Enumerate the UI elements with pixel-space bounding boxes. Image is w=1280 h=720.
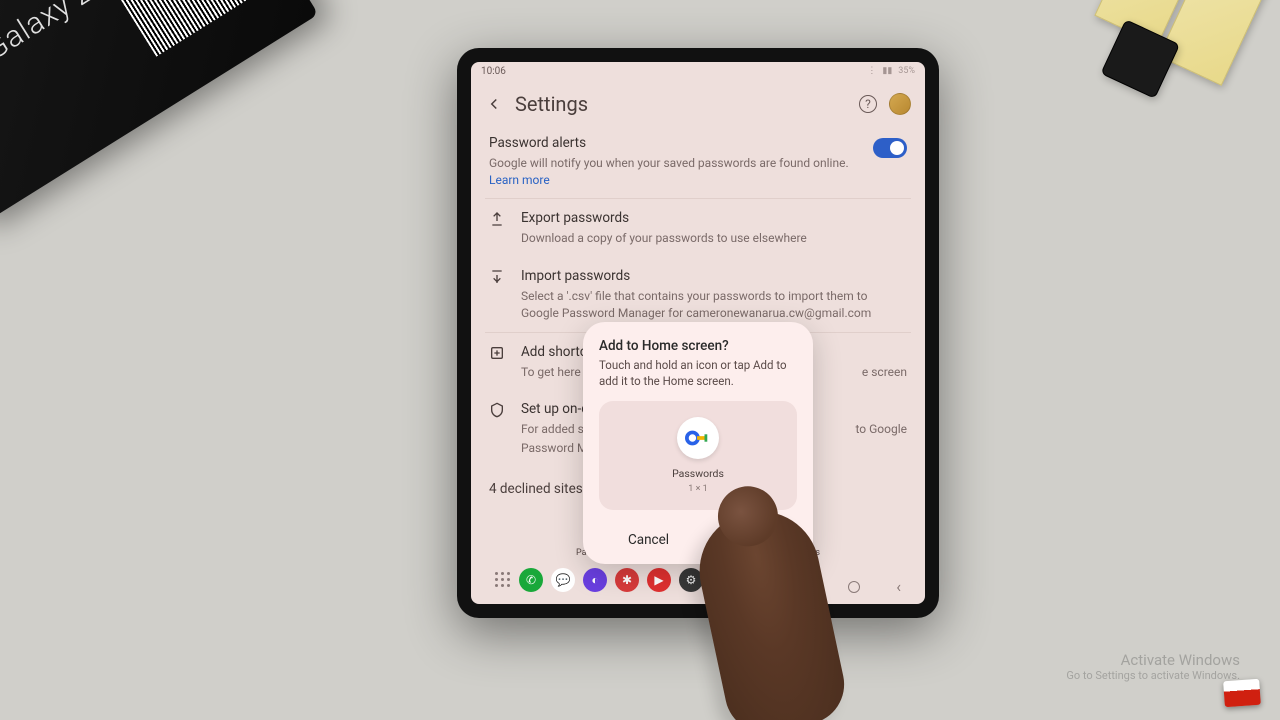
- password-alerts-row[interactable]: Password alerts Google will notify you w…: [485, 124, 911, 198]
- export-sub: Download a copy of your passwords to use…: [521, 230, 907, 247]
- corner-badge: [1223, 679, 1261, 707]
- phone-screen: 10:06 ⋮ ▮▮ 35% Settings ?: [471, 62, 925, 604]
- import-icon: [489, 269, 507, 289]
- galaxy-fold-box-prop: [0, 0, 318, 226]
- home-button[interactable]: [848, 581, 860, 593]
- battery-text: 35%: [898, 66, 915, 76]
- import-sub: Select a '.csv' file that contains your …: [521, 288, 907, 322]
- export-title: Export passwords: [521, 209, 907, 228]
- desk-surface: 10:06 ⋮ ▮▮ 35% Settings ?: [0, 0, 1280, 720]
- alerts-body: Google will notify you when your saved p…: [489, 155, 859, 189]
- settings-header: Settings ?: [471, 80, 925, 124]
- page-title: Settings: [515, 92, 847, 116]
- wifi-icon: ⋮: [867, 66, 876, 76]
- alerts-toggle[interactable]: [873, 138, 907, 158]
- shield-icon: [489, 402, 507, 422]
- modal-body: Touch and hold an icon or tap Add to add…: [599, 358, 797, 389]
- learn-more-link[interactable]: Learn more: [489, 173, 550, 187]
- password-manager-icon: [677, 417, 719, 459]
- alerts-title: Password alerts: [489, 134, 859, 153]
- app-phone[interactable]: ✆: [519, 568, 543, 592]
- modal-title: Add to Home screen?: [599, 338, 797, 354]
- back-arrow-icon[interactable]: [485, 95, 503, 113]
- import-title: Import passwords: [521, 267, 907, 286]
- help-icon[interactable]: ?: [859, 95, 877, 113]
- shortcut-icon: [489, 345, 507, 365]
- back-button[interactable]: ‹: [896, 577, 901, 596]
- app-youtube[interactable]: ▶: [647, 568, 671, 592]
- status-bar: 10:06 ⋮ ▮▮ 35%: [471, 62, 925, 80]
- app-messages[interactable]: 💬: [551, 568, 575, 592]
- app-drawer-icon[interactable]: [495, 572, 511, 588]
- import-passwords-row[interactable]: Import passwords Select a '.csv' file th…: [485, 257, 911, 331]
- status-time: 10:06: [481, 66, 506, 77]
- status-right: ⋮ ▮▮ 35%: [867, 66, 915, 76]
- app-samsung-internet[interactable]: ◐: [583, 568, 607, 592]
- phone-device: 10:06 ⋮ ▮▮ 35% Settings ?: [457, 48, 939, 618]
- modal-icon-size: 1 × 1: [688, 484, 707, 494]
- app-settings-alt[interactable]: ✱: [615, 568, 639, 592]
- export-passwords-row[interactable]: Export passwords Download a copy of your…: [485, 198, 911, 257]
- activate-windows-hint: Activate Windows Go to Settings to activ…: [1066, 651, 1240, 682]
- modal-icon-label: Passwords: [672, 467, 724, 480]
- wood-blocks-prop: [1073, 0, 1280, 162]
- export-icon: [489, 211, 507, 231]
- signal-icon: ▮▮: [882, 66, 892, 76]
- avatar[interactable]: [889, 93, 911, 115]
- cancel-button[interactable]: Cancel: [599, 518, 698, 564]
